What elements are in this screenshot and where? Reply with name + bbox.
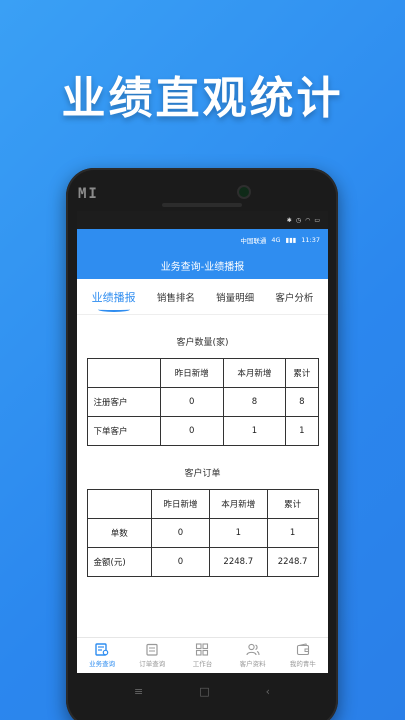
tab-performance-report[interactable]: 业绩播报 — [91, 289, 136, 312]
table-header-row: 昨日新增 本月新增 累计 — [86, 358, 319, 388]
tab-bar: 业绩播报 销售排名 销量明细 客户分析 — [77, 279, 328, 315]
phone-brand-logo: MI — [78, 186, 99, 202]
table-header-cell — [86, 358, 161, 388]
table-cell: 0 — [159, 387, 224, 417]
carrier-name: 中国联通 — [240, 237, 267, 245]
table-cell: 2248.7 — [266, 547, 319, 577]
customer-count-table: 昨日新增 本月新增 累计 注册客户 0 8 8 下单客户 0 1 1 — [86, 358, 319, 446]
nav-business-query[interactable]: 业务查询 — [77, 643, 127, 668]
bluetooth-icon: ✱ — [286, 216, 292, 224]
nav-my-account[interactable]: 我的青牛 — [278, 643, 328, 668]
customers-icon — [246, 643, 260, 656]
table-header-cell: 本月新增 — [222, 358, 287, 388]
row-label: 金额(元) — [86, 547, 153, 577]
row-label: 下单客户 — [86, 416, 161, 446]
table-cell: 0 — [151, 547, 210, 577]
tab-label: 销量明细 — [216, 292, 255, 304]
tab-label: 销售排名 — [156, 292, 195, 304]
table-cell: 1 — [208, 518, 268, 548]
phone-screen: ✱ ◷ ◠ ▭ 中国联通 4G ▮▮▮ 11:37 业务查询-业绩播报 业绩播报… — [77, 211, 328, 673]
customer-orders-table: 昨日新增 本月新增 累计 单数 0 1 1 金额(元) 0 2248.7 224… — [86, 489, 319, 577]
status-bar: ✱ ◷ ◠ ▭ — [77, 211, 328, 229]
table-header-cell: 本月新增 — [208, 489, 268, 519]
business-query-icon — [95, 643, 109, 656]
tab-label: 业绩播报 — [91, 290, 136, 304]
bottom-navigation: 业务查询 订单查询 工作台 客户资料 我的青牛 — [77, 637, 328, 673]
nav-label: 业务查询 — [89, 660, 116, 668]
tab-label: 客户分析 — [275, 292, 314, 304]
table-header-cell: 昨日新增 — [159, 358, 224, 388]
table-row: 金额(元) 0 2248.7 2248.7 — [86, 547, 319, 577]
table-cell: 0 — [151, 518, 210, 548]
nav-label: 工作台 — [192, 660, 213, 668]
carrier-status-bar: 中国联通 4G ▮▮▮ 11:37 — [77, 229, 328, 251]
table-header-cell: 累计 — [266, 489, 319, 519]
table-cell: 0 — [159, 416, 224, 446]
table-header-cell: 昨日新增 — [151, 489, 210, 519]
customer-orders-title: 客户订单 — [184, 469, 221, 479]
alarm-icon: ◷ — [295, 216, 302, 224]
nav-customer-info[interactable]: 客户资料 — [228, 643, 278, 668]
signal-icon: ▮▮▮ — [285, 236, 297, 244]
menu-key-icon[interactable]: ≡ — [134, 685, 143, 698]
back-key-icon[interactable]: ‹ — [266, 685, 270, 698]
battery-icon: ▭ — [314, 216, 320, 224]
network-type: 4G — [271, 236, 281, 244]
table-row: 单数 0 1 1 — [86, 518, 319, 548]
tab-sales-ranking[interactable]: 销售排名 — [157, 290, 195, 304]
carrier-time: 11:37 — [301, 236, 320, 244]
table-cell: 1 — [222, 416, 287, 446]
front-camera — [239, 187, 249, 197]
table-cell: 2248.7 — [208, 547, 268, 577]
table-cell: 1 — [266, 518, 319, 548]
row-label: 注册客户 — [86, 387, 161, 417]
nav-label: 我的青牛 — [289, 660, 316, 668]
table-cell: 8 — [222, 387, 287, 417]
table-header-cell: 累计 — [285, 358, 319, 388]
nav-workbench[interactable]: 工作台 — [177, 643, 227, 668]
earpiece-speaker — [162, 203, 242, 207]
row-label: 单数 — [86, 518, 153, 548]
table-cell: 8 — [285, 387, 319, 417]
order-query-icon — [146, 643, 158, 656]
table-header-row: 昨日新增 本月新增 累计 — [86, 489, 319, 519]
promo-headline: 业绩直观统计 — [61, 73, 344, 124]
table-cell: 1 — [285, 416, 319, 446]
home-key-icon[interactable]: □ — [199, 685, 209, 698]
table-row: 下单客户 0 1 1 — [86, 416, 319, 446]
tab-sales-details[interactable]: 销量明细 — [216, 290, 254, 304]
wallet-icon — [296, 643, 309, 656]
tab-customer-analysis[interactable]: 客户分析 — [275, 290, 313, 304]
workbench-icon — [196, 643, 209, 656]
wifi-icon: ◠ — [305, 216, 311, 224]
active-tab-indicator — [97, 307, 130, 312]
customer-count-title: 客户数量(家) — [176, 338, 229, 348]
nav-order-query[interactable]: 订单查询 — [127, 643, 177, 668]
table-row: 注册客户 0 8 8 — [86, 387, 319, 417]
table-header-cell — [86, 489, 153, 519]
system-navigation-keys: ≡ □ ‹ — [66, 676, 338, 706]
nav-label: 客户资料 — [239, 660, 266, 668]
page-title: 业务查询-业绩播报 — [77, 251, 328, 279]
nav-label: 订单查询 — [139, 660, 166, 668]
